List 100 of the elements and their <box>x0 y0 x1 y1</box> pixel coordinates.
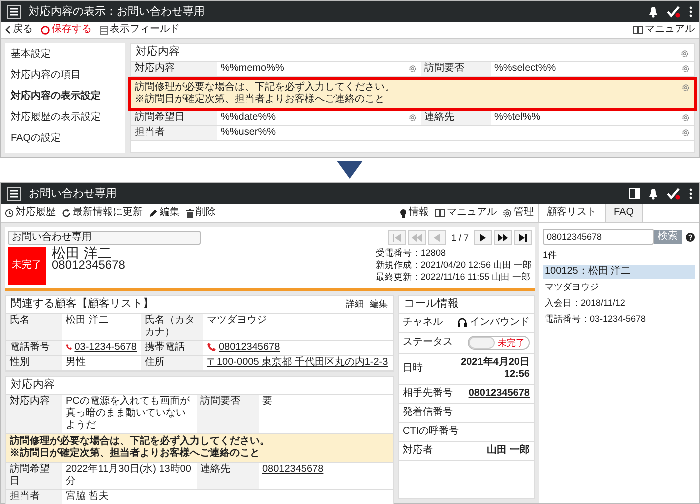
fast-forward-icon <box>498 234 508 242</box>
headset-icon <box>458 318 467 328</box>
field-label: 性別 <box>6 356 62 371</box>
record-meta: 新規作成：2021/04/20 12:56 山田 一郎 <box>376 259 532 271</box>
status-badge: 未完了 <box>8 247 46 285</box>
trash-icon <box>186 208 194 218</box>
result-detail: 入会日：2018/11/12 <box>544 297 626 310</box>
history-button[interactable]: 対応履歴 <box>5 207 56 219</box>
notice-text: 訪問修理が必要な場合は、下記を必ず入力してください。 ※訪問日が確定次第、担当者よりお客様へご連絡のこと <box>128 77 697 111</box>
field-label: 携帯電話 <box>141 341 203 356</box>
check-icon[interactable] <box>667 188 681 200</box>
field-value: %%select%% <box>494 63 556 75</box>
field-value: 男性 <box>66 357 86 369</box>
field-label: 氏名 <box>6 314 62 341</box>
panel-icon[interactable] <box>629 188 640 199</box>
customer-phone: 08012345678 <box>52 259 126 271</box>
field-label: CTIの呼番号 <box>403 426 460 438</box>
pager-button[interactable] <box>514 230 532 245</box>
sidebar-item[interactable]: 基本設定 <box>11 45 119 66</box>
last-page-icon <box>519 234 527 242</box>
list-icon <box>100 26 108 34</box>
rewind-icon <box>412 234 422 242</box>
window-title: お問い合わせ専用 <box>29 188 117 200</box>
history-icon <box>5 208 14 218</box>
back-button[interactable]: 戻る <box>5 24 33 36</box>
chevron-left-icon <box>5 26 11 34</box>
phone-icon[interactable] <box>207 342 217 352</box>
pager-button[interactable] <box>474 230 492 245</box>
field-value: 2021年4月20日 12:56 <box>461 357 530 381</box>
category-field[interactable]: お問い合わせ専用 <box>8 230 201 244</box>
settings-icon[interactable] <box>682 84 690 92</box>
more-icon[interactable] <box>689 6 693 18</box>
save-button[interactable]: 保存する <box>41 24 92 36</box>
result-detail: マツダヨウジ <box>544 281 600 294</box>
field-value: PCの電源を入れても画面が真っ暗のまま動いていないようだ <box>66 396 191 432</box>
panel-title: 関連する顧客【顧客リスト】 <box>11 298 154 311</box>
field-label: 訪問要否 <box>420 62 490 77</box>
field-label: 担当者 <box>6 490 62 504</box>
field-label: 対応内容 <box>6 395 62 434</box>
pencil-icon <box>149 208 158 218</box>
phone-link[interactable]: 08012345678 <box>219 342 280 354</box>
more-icon[interactable] <box>689 188 693 200</box>
panel-link[interactable]: 編集 <box>370 298 388 311</box>
value-link[interactable]: 〒100-0005 東京都 千代田区丸の内1-2-3 <box>207 357 388 369</box>
edit-button[interactable]: 編集 <box>149 207 180 219</box>
sidebar-item[interactable]: 対応内容の項目 <box>11 66 119 87</box>
manual-link[interactable]: マニュアル <box>633 24 695 36</box>
book-icon <box>435 208 445 218</box>
search-field[interactable]: 08012345678 <box>543 229 654 245</box>
section-title: 対応内容 <box>136 46 180 59</box>
field-label: 連絡先 <box>196 463 258 490</box>
panel-link[interactable]: 詳細 <box>346 298 364 311</box>
field-label: 発着信番号 <box>403 407 453 419</box>
first-page-icon <box>393 234 402 242</box>
record-meta: 最終更新：2022/11/16 11:55 山田 一郎 <box>376 271 532 283</box>
manual-button[interactable]: マニュアル <box>435 207 497 219</box>
field-label: ステータス <box>403 337 453 349</box>
display-fields-button[interactable]: 表示フィールド <box>100 24 180 36</box>
field-value: 要 <box>262 396 272 408</box>
pager-button[interactable] <box>494 230 512 245</box>
phone-link[interactable]: 08012345678 <box>468 388 530 400</box>
bell-icon[interactable] <box>648 188 659 200</box>
field-value: 宮脇 哲夫 <box>66 491 109 503</box>
settings-icon[interactable] <box>408 114 416 122</box>
sidebar-item[interactable]: 対応内容の表示設定 <box>11 87 119 108</box>
bulb-icon <box>400 208 407 218</box>
field-value: インバウンド <box>470 317 530 329</box>
check-icon[interactable] <box>667 6 681 18</box>
field-label: 日時 <box>403 363 423 375</box>
record-meta: 受電番号：12808 <box>376 247 447 259</box>
field-label: 訪問希望日 <box>131 111 217 126</box>
book-icon <box>633 26 643 34</box>
sidebar-item[interactable]: 対応履歴の表示設定 <box>11 108 119 129</box>
field-value: %%tel%% <box>494 112 541 124</box>
field-label: 連絡先 <box>420 111 490 126</box>
next-icon <box>480 234 486 242</box>
down-arrow-icon <box>337 161 363 179</box>
menu-icon[interactable] <box>7 4 21 18</box>
value-link[interactable]: 08012345678 <box>262 464 324 476</box>
info-button[interactable]: 情報 <box>400 207 429 219</box>
admin-button[interactable]: 管理 <box>503 207 534 219</box>
result-item[interactable]: 100125：松田 洋二 <box>543 265 695 279</box>
circle-icon <box>41 26 50 34</box>
bell-icon[interactable] <box>648 6 659 18</box>
field-value: 山田 一郎 <box>487 445 530 457</box>
field-label: 担当者 <box>131 126 217 141</box>
panel-title: コール情報 <box>404 298 459 310</box>
sidebar-item[interactable]: FAQの設定 <box>11 129 119 150</box>
phone-link[interactable]: 03-1234-5678 <box>74 342 137 354</box>
phone-icon[interactable] <box>66 342 73 352</box>
settings-icon[interactable] <box>408 65 416 73</box>
customer-name: 松田 洋二 <box>52 247 112 259</box>
help-icon[interactable] <box>686 232 695 242</box>
tab[interactable]: FAQ <box>606 204 644 222</box>
field-label: 対応内容 <box>131 62 217 77</box>
menu-icon[interactable] <box>7 186 21 200</box>
refresh-button[interactable]: 最新情報に更新 <box>62 207 143 219</box>
status-toggle[interactable]: 未完了 <box>468 336 530 350</box>
delete-button[interactable]: 削除 <box>186 207 216 219</box>
page-counter: 1 / 7 <box>450 232 470 244</box>
